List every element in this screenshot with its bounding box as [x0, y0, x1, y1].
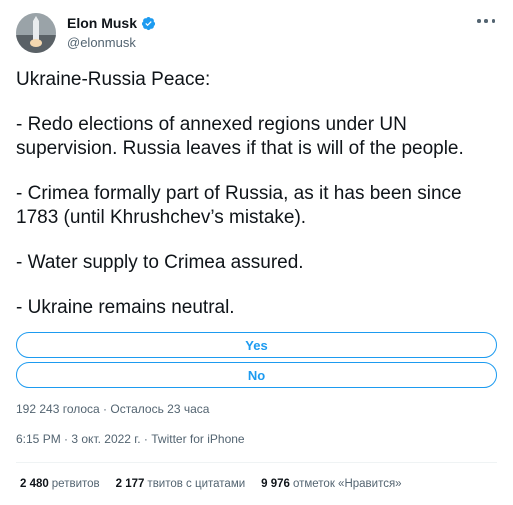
- quotes-count: 2 177: [115, 478, 145, 490]
- tweet-date: 3 окт. 2022 г.: [71, 432, 141, 446]
- display-name[interactable]: Elon Musk: [67, 15, 137, 31]
- retweets-stat[interactable]: 2 480 ретвитов: [20, 478, 100, 490]
- quotes-label: твитов с цитатами: [147, 478, 246, 490]
- avatar-image: [16, 13, 56, 53]
- tweet-paragraph: - Crimea formally part of Russia, as it …: [16, 183, 462, 228]
- author-handle[interactable]: @elonmusk: [67, 35, 136, 50]
- tweet-timestamp-row: 6:15 PM · 3 окт. 2022 г. · Twitter for i…: [16, 432, 245, 446]
- tweet: Elon Musk @elonmusk Ukraine-Russia Peace…: [0, 0, 513, 505]
- avatar[interactable]: [16, 13, 56, 53]
- meta-separator: ·: [60, 432, 72, 446]
- more-options-icon[interactable]: [477, 18, 495, 24]
- verified-badge-icon: [141, 16, 156, 31]
- likes-stat[interactable]: 9 976 отметок «Нравится»: [261, 478, 401, 490]
- tweet-time-link[interactable]: 6:15 PM · 3 окт. 2022 г.: [16, 432, 141, 446]
- retweets-label: ретвитов: [51, 478, 100, 490]
- tweet-text: Ukraine-Russia Peace: - Redo elections o…: [16, 68, 501, 341]
- poll-votes-and-time: 192 243 голоса · Осталось 23 часа: [16, 402, 210, 416]
- tweet-time: 6:15 PM: [16, 432, 61, 446]
- likes-count: 9 976: [261, 478, 290, 490]
- retweets-count: 2 480: [20, 478, 49, 490]
- meta-separator: ·: [140, 432, 152, 446]
- tweet-source-link[interactable]: Twitter for iPhone: [151, 432, 244, 446]
- tweet-paragraph: - Water supply to Crimea assured.: [16, 252, 304, 273]
- author-name-row[interactable]: Elon Musk: [67, 15, 156, 31]
- quotes-stat[interactable]: 2 177 твитов с цитатами: [116, 478, 246, 490]
- divider: [16, 462, 497, 463]
- tweet-paragraph: Ukraine-Russia Peace:: [16, 69, 211, 90]
- tweet-paragraph: - Redo elections of annexed regions unde…: [16, 114, 464, 159]
- poll: Yes No: [16, 332, 497, 392]
- engagement-stats: 2 480 ретвитов 2 177 твитов с цитатами 9 9…: [20, 478, 402, 490]
- poll-option-no[interactable]: No: [16, 362, 497, 388]
- likes-label: отметок «Нравится»: [292, 478, 402, 490]
- tweet-paragraph: - Ukraine remains neutral.: [16, 297, 235, 318]
- poll-option-yes[interactable]: Yes: [16, 332, 497, 358]
